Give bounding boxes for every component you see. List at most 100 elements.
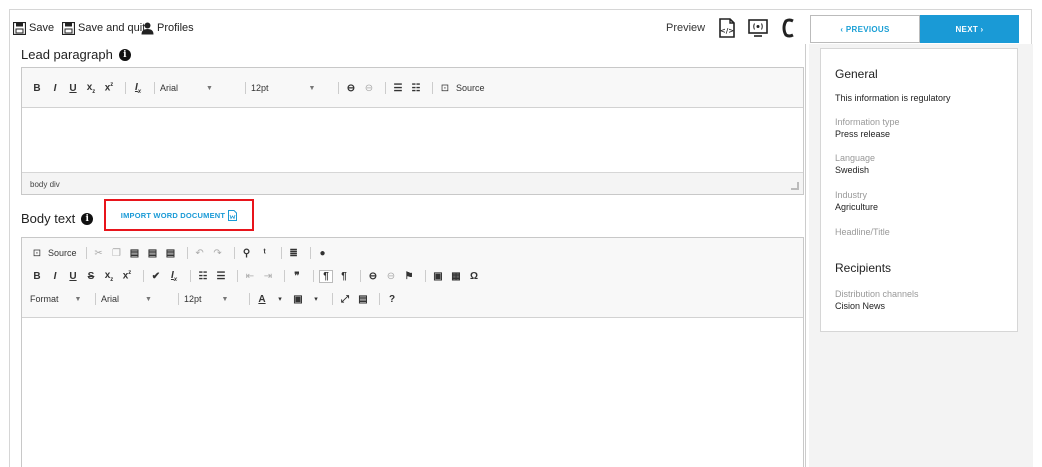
paste-icon[interactable]: ▤ [128,248,142,259]
undo-icon[interactable]: ↶ [193,248,207,259]
redo-icon[interactable]: ↷ [211,248,225,259]
background-color-icon[interactable]: ▣ [291,294,305,305]
body-toolbar-row-1: ⊡ Source ✂ ❐ ▤ ▤ ▤ ↶ ↷ ⚲ ᵗ ≣ ● [30,244,334,262]
underline-button[interactable]: U [66,271,80,282]
subscript-button[interactable]: xz [102,270,116,283]
general-heading: General [835,67,878,81]
strikethrough-button[interactable]: S [84,271,98,282]
font-size-value: 12pt [184,294,202,304]
save-button[interactable]: Save [13,20,54,36]
source-icon[interactable]: ⊡ [30,248,44,259]
source-button[interactable]: Source [456,83,485,93]
maximize-icon[interactable]: ⤢ [338,294,352,305]
toolbar-separator [178,293,179,305]
chevron-down-icon[interactable]: ▾ [309,295,323,303]
italic-button[interactable]: I [48,83,62,94]
link-icon[interactable]: ⊖ [366,271,380,282]
broadcast-preview-icon[interactable] [747,17,769,39]
font-family-select[interactable]: Arial ▼ [160,83,240,93]
bold-button[interactable]: B [30,83,44,94]
lead-paragraph-heading: Lead paragraph i [21,47,131,62]
copy-icon[interactable]: ❐ [110,248,124,259]
numbered-list-icon[interactable]: ☷ [409,83,423,94]
bulleted-list-icon[interactable]: ☰ [214,271,228,282]
indent-icon[interactable]: ⇥ [261,271,275,282]
subscript-button[interactable]: xz [84,82,98,95]
bulleted-list-icon[interactable]: ☰ [391,83,405,94]
toolbar-separator [313,270,314,282]
unlink-icon[interactable]: ⊖ [384,271,398,282]
anchor-flag-icon[interactable]: ⚑ [402,271,416,282]
element-path[interactable]: body div [30,180,60,189]
superscript-button[interactable]: xz [102,82,116,93]
help-button[interactable]: ? [385,294,399,305]
lead-editor-toolbar: B I U xz xz Ix Arial ▼ 12pt ▼ ⊖ ⊖ ☰ ☷ ⊡ … [22,68,803,108]
unlink-icon[interactable]: ⊖ [362,83,376,94]
show-blocks-icon[interactable]: ▤ [356,294,370,305]
paste-text-icon[interactable]: ▤ [146,248,160,259]
distribution-channels-label: Distribution channels [835,289,919,299]
top-toolbar: Save Save and quit Profiles Preview </> [10,10,805,44]
chevron-down-icon[interactable]: ▾ [273,295,287,303]
cision-logo-icon[interactable] [778,17,800,39]
profiles-button[interactable]: Profiles [141,20,194,36]
paste-word-icon[interactable]: ▤ [164,248,178,259]
save-and-quit-button[interactable]: Save and quit [62,20,145,36]
preview-label: Preview [666,22,706,34]
body-toolbar-row-2: B I U S xz xz ✔ Ix ☷ ☰ ⇤ ⇥ ❞ ¶ ¶ ⊖ ⊖ ⚑ ▣… [30,267,485,285]
toolbar-separator [95,293,96,305]
regulatory-text: This information is regulatory [835,93,951,103]
font-size-value: 12pt [251,83,269,93]
find-icon[interactable]: ⚲ [240,248,254,259]
import-word-document-link[interactable]: IMPORT WORD DOCUMENT [121,209,238,221]
underline-button[interactable]: U [66,83,80,94]
toolbar-separator [154,82,155,94]
save-and-quit-label: Save and quit [78,22,146,34]
remove-format-button[interactable]: Ix [167,270,181,283]
blockquote-icon[interactable]: ❞ [290,271,304,282]
body-toolbar-row-3: Format ▼ Arial ▼ 12pt ▼ A ▾ ▣ ▾ ⤢ ▤ ? [30,290,403,308]
resize-handle[interactable] [791,182,799,190]
font-family-value: Arial [101,294,120,304]
numbered-list-icon[interactable]: ☷ [196,271,210,282]
format-select[interactable]: Format ▼ [30,294,90,304]
font-family-select[interactable]: Arial ▼ [101,294,173,304]
image-icon[interactable]: ▣ [431,271,445,282]
toolbar-separator [284,270,285,282]
toolbar-separator [432,82,433,94]
chevron-down-icon: ▼ [221,295,229,303]
toolbar-separator [280,247,282,259]
text-color-icon[interactable]: A [255,294,269,305]
source-icon[interactable]: ⊡ [438,83,452,94]
rtl-icon[interactable]: ¶ [337,271,351,282]
info-icon[interactable]: i [81,212,94,225]
font-size-select[interactable]: 12pt ▼ [184,294,244,304]
link-icon[interactable]: ⊖ [344,83,358,94]
previous-button[interactable]: ‹ PREVIOUS [810,15,920,43]
copy-format-icon[interactable]: ✔ [149,271,163,282]
cut-icon[interactable]: ✂ [92,248,106,259]
remove-format-button[interactable]: Ix [131,82,145,95]
lead-editor-status-bar: body div [22,172,803,194]
body-editor-toolbar: ⊡ Source ✂ ❐ ▤ ▤ ▤ ↶ ↷ ⚲ ᵗ ≣ ● B I U S x… [22,238,803,318]
outdent-icon[interactable]: ⇤ [243,271,257,282]
special-character-icon[interactable]: Ω [467,271,481,282]
italic-button[interactable]: I [48,271,62,282]
font-size-select[interactable]: 12pt ▼ [251,83,333,93]
user-icon [141,22,154,34]
accessibility-icon[interactable]: ● [316,248,330,259]
info-icon[interactable]: i [118,48,131,61]
source-button[interactable]: Source [48,248,77,258]
superscript-button[interactable]: xz [120,270,134,281]
toolbar-separator [85,247,87,259]
table-icon[interactable]: ▦ [449,271,463,282]
recipients-heading: Recipients [835,261,892,275]
next-button[interactable]: NEXT › [920,15,1019,43]
body-text-heading: Body text i [21,211,94,226]
replace-icon[interactable]: ᵗ [258,248,272,259]
ltr-icon[interactable]: ¶ [319,269,333,283]
bold-button[interactable]: B [30,271,44,282]
spellcheck-icon[interactable]: ≣ [287,248,301,259]
html-preview-icon[interactable]: </> [716,17,738,39]
body-text-editor: ⊡ Source ✂ ❐ ▤ ▤ ▤ ↶ ↷ ⚲ ᵗ ≣ ● B I U S x… [21,237,804,467]
